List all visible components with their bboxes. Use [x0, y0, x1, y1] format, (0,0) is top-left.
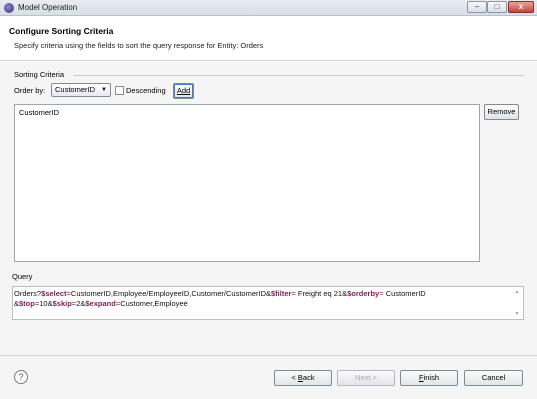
query-text: Orders?$select=CustomerID,Employee/Emplo… — [14, 289, 426, 308]
query-segment: Freight eq 21& — [297, 289, 348, 298]
wizard-header: Configure Sorting Criteria Specify crite… — [0, 16, 537, 61]
finish-button-rest: inish — [423, 373, 440, 382]
page-title: Configure Sorting Criteria — [9, 26, 114, 36]
add-button[interactable]: Add — [173, 83, 194, 99]
query-keyword-top: $top — [19, 299, 35, 308]
query-keyword-expand: $expand — [85, 299, 116, 308]
query-segment: CustomerID,Employee/EmployeeID,Customer/… — [70, 289, 271, 298]
window-title: Model Operation — [18, 3, 78, 12]
order-by-selected-value: CustomerID — [55, 85, 96, 94]
scroll-up-arrow-icon[interactable]: ▲ — [513, 288, 521, 296]
scroll-down-arrow-icon[interactable]: ▼ — [513, 310, 521, 318]
add-button-label: Add — [176, 86, 191, 95]
close-button[interactable]: x — [508, 1, 534, 13]
window-titlebar: Model Operation – □ x — [0, 0, 537, 16]
page-description: Specify criteria using the fields to sor… — [14, 41, 264, 50]
maximize-button[interactable]: □ — [487, 1, 507, 13]
descending-checkbox[interactable] — [115, 86, 124, 95]
finish-button[interactable]: Finish — [400, 370, 458, 386]
eclipse-app-icon — [4, 3, 14, 13]
footer-divider — [0, 355, 537, 356]
query-segment: Customer,Employee — [120, 299, 188, 308]
list-item[interactable]: CustomerID — [19, 108, 59, 117]
query-keyword-select: $select — [41, 289, 67, 298]
next-button[interactable]: Next > — [337, 370, 395, 386]
query-keyword-orderby: $orderby — [347, 289, 380, 298]
order-by-label: Order by: — [14, 86, 46, 95]
remove-button[interactable]: Remove — [484, 104, 519, 120]
minimize-button[interactable]: – — [467, 1, 487, 13]
back-button-rest: ack — [302, 373, 315, 382]
sorting-criteria-group-label: Sorting Criteria — [14, 70, 65, 79]
back-button[interactable]: < Back — [274, 370, 332, 386]
sort-criteria-list[interactable]: CustomerID — [14, 104, 480, 262]
query-segment: 2& — [76, 299, 86, 308]
query-segment: 10& — [39, 299, 53, 308]
query-textarea[interactable]: Orders?$select=CustomerID,Employee/Emplo… — [12, 286, 524, 320]
query-segment: CustomerID — [385, 289, 426, 298]
cancel-button[interactable]: Cancel — [464, 370, 523, 386]
help-icon[interactable]: ? — [14, 370, 28, 384]
query-label: Query — [12, 272, 33, 281]
query-keyword-filter: $filter — [271, 289, 292, 298]
chevron-down-icon: ▼ — [101, 87, 107, 93]
query-keyword-skip: $skip — [52, 299, 72, 308]
order-by-select[interactable]: CustomerID ▼ — [51, 83, 111, 97]
group-divider — [74, 75, 524, 76]
descending-label: Descending — [126, 86, 166, 95]
query-segment: Orders? — [14, 289, 42, 298]
